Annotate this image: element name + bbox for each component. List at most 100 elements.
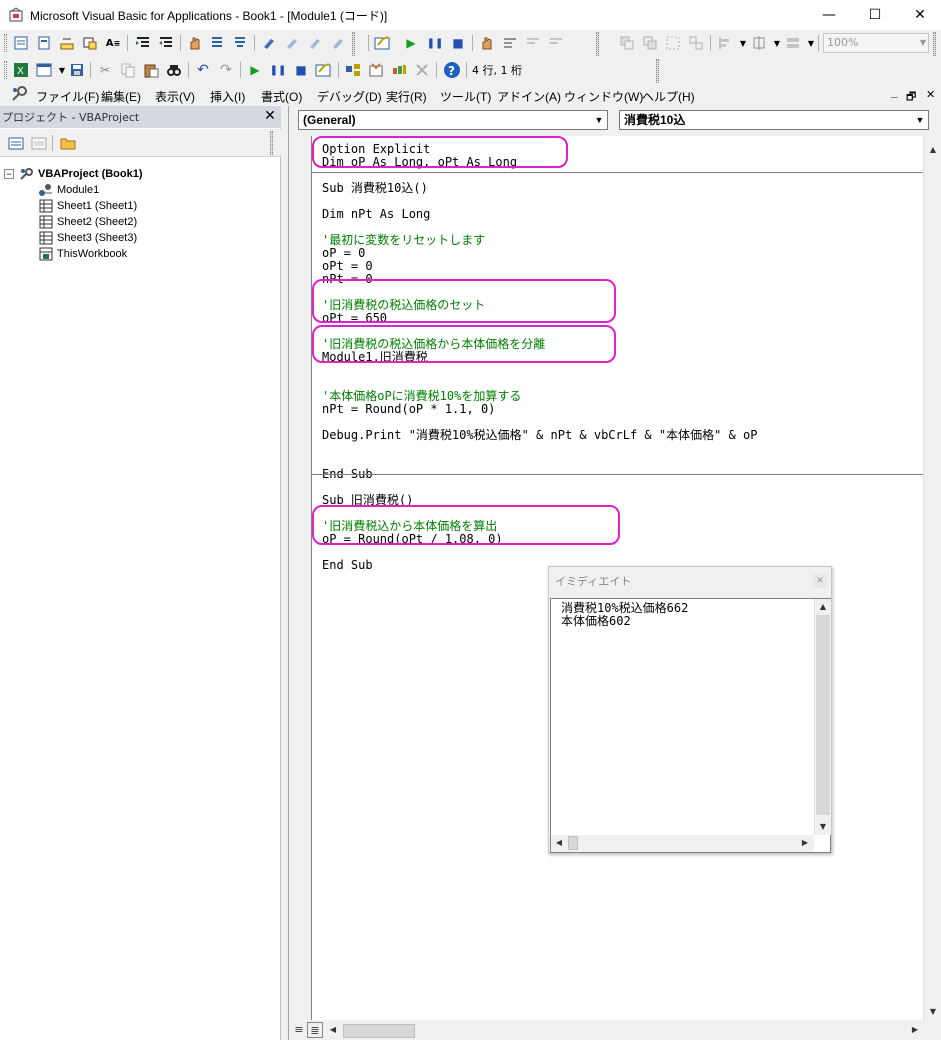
find-icon[interactable] bbox=[165, 61, 183, 79]
step-into-icon[interactable] bbox=[501, 34, 519, 52]
code-margin[interactable] bbox=[289, 136, 311, 1022]
send-to-back-icon[interactable] bbox=[641, 34, 659, 52]
scroll-thumb[interactable] bbox=[568, 836, 578, 850]
comment-block-icon[interactable] bbox=[208, 34, 226, 52]
menu-debug[interactable]: デバッグ(D) bbox=[317, 88, 382, 105]
break-icon[interactable]: ❚❚ bbox=[426, 34, 444, 52]
menu-edit[interactable]: 編集(E) bbox=[101, 88, 141, 105]
toolbar-options[interactable] bbox=[352, 32, 355, 56]
align-icon[interactable] bbox=[716, 34, 734, 52]
make-same-size-icon[interactable] bbox=[784, 34, 802, 52]
outdent-icon[interactable] bbox=[157, 34, 175, 52]
zoom-combo[interactable]: 100% ▼ bbox=[823, 33, 929, 53]
toggle-bookmark-icon[interactable] bbox=[260, 34, 278, 52]
menu-run[interactable]: 実行(R) bbox=[386, 88, 427, 105]
object-browser-icon[interactable] bbox=[390, 61, 408, 79]
view-code-icon[interactable] bbox=[7, 134, 25, 152]
reset-icon[interactable]: ■ bbox=[292, 61, 310, 79]
uncomment-block-icon[interactable] bbox=[231, 34, 249, 52]
reset-icon[interactable]: ■ bbox=[449, 34, 467, 52]
scroll-right-icon[interactable]: ▶ bbox=[797, 835, 813, 851]
toolbar-options[interactable] bbox=[656, 59, 659, 83]
code-vertical-scrollbar[interactable]: ▲ ▼ bbox=[923, 136, 941, 1022]
help-icon[interactable]: ? bbox=[443, 61, 461, 79]
step-out-icon[interactable] bbox=[547, 34, 565, 52]
undo-icon[interactable]: ↶ bbox=[194, 61, 212, 79]
toolbar-options[interactable] bbox=[596, 32, 599, 56]
mdi-restore-button[interactable]: 🗗 bbox=[906, 88, 916, 107]
tree-item-sheet1[interactable]: Sheet1 (Sheet1) bbox=[38, 198, 137, 214]
paste-icon[interactable] bbox=[142, 61, 160, 79]
design-mode-icon[interactable] bbox=[315, 61, 333, 79]
immediate-close-button[interactable]: ✕ bbox=[813, 574, 827, 588]
complete-word-icon[interactable]: A ≡ bbox=[104, 34, 122, 52]
view-object-icon[interactable] bbox=[30, 134, 48, 152]
menu-view[interactable]: 表示(V) bbox=[155, 88, 195, 105]
scroll-left-icon[interactable]: ◀ bbox=[551, 835, 567, 851]
scroll-left-icon[interactable]: ◀ bbox=[325, 1022, 341, 1038]
project-explorer-close-button[interactable]: ✕ bbox=[262, 108, 278, 124]
next-bookmark-icon[interactable] bbox=[283, 34, 301, 52]
procedure-view-icon[interactable]: ≡ bbox=[291, 1022, 307, 1038]
scroll-up-icon[interactable]: ▲ bbox=[925, 142, 941, 158]
properties-window-icon[interactable] bbox=[367, 61, 385, 79]
code-horizontal-scrollbar[interactable]: ≡ ≣ ◀ ▶ bbox=[289, 1020, 941, 1040]
scroll-thumb[interactable] bbox=[816, 615, 830, 815]
run-sub-icon[interactable]: ▶ bbox=[246, 61, 264, 79]
tree-item-sheet3[interactable]: Sheet3 (Sheet3) bbox=[38, 230, 137, 246]
parameter-info-icon[interactable] bbox=[81, 34, 99, 52]
immediate-horizontal-scrollbar[interactable]: ◀ ▶ bbox=[551, 835, 814, 852]
break-icon[interactable]: ❚❚ bbox=[269, 61, 287, 79]
toolbar-grip[interactable] bbox=[4, 61, 7, 79]
object-combo[interactable]: (General) ▼ bbox=[298, 110, 608, 130]
immediate-output[interactable]: 消費税10%税込価格662 本体価格602 ▲ ▼ ◀ ▶ bbox=[550, 598, 831, 853]
group-icon[interactable] bbox=[664, 34, 682, 52]
quick-info-icon[interactable] bbox=[58, 34, 76, 52]
chevron-down-icon[interactable]: ▼ bbox=[591, 111, 607, 129]
insert-userform-icon[interactable] bbox=[35, 61, 53, 79]
center-icon[interactable] bbox=[750, 34, 768, 52]
scroll-down-icon[interactable]: ▼ bbox=[815, 819, 831, 835]
toolbar-options[interactable] bbox=[933, 32, 936, 56]
step-over-icon[interactable] bbox=[524, 34, 542, 52]
zoom-dropdown-icon[interactable]: ▼ bbox=[920, 34, 926, 52]
toggle-breakpoint-icon[interactable] bbox=[478, 34, 496, 52]
toggle-breakpoint-icon[interactable] bbox=[186, 34, 204, 52]
indent-icon[interactable] bbox=[134, 34, 152, 52]
vba-menu-icon[interactable] bbox=[10, 85, 28, 103]
menu-format[interactable]: 書式(O) bbox=[261, 88, 302, 105]
save-icon[interactable] bbox=[68, 61, 86, 79]
mdi-close-button[interactable]: ✕ bbox=[926, 88, 935, 101]
menu-tools[interactable]: ツール(T) bbox=[440, 88, 491, 105]
run-icon[interactable]: ▶ bbox=[402, 34, 420, 52]
chevron-down-icon[interactable]: ▼ bbox=[912, 111, 928, 129]
immediate-vertical-scrollbar[interactable]: ▲ ▼ bbox=[814, 599, 831, 835]
collapse-icon[interactable]: − bbox=[4, 169, 14, 179]
design-mode-icon[interactable] bbox=[374, 34, 392, 52]
tree-item-sheet2[interactable]: Sheet2 (Sheet2) bbox=[38, 214, 137, 230]
menu-help[interactable]: ヘルプ(H) bbox=[642, 88, 695, 105]
toolbar-grip[interactable] bbox=[4, 34, 7, 52]
menu-window[interactable]: ウィンドウ(W) bbox=[564, 88, 643, 105]
scroll-thumb[interactable] bbox=[343, 1024, 415, 1038]
tree-item-vbaproject[interactable]: − VBAProject (Book1) bbox=[4, 166, 143, 182]
toggle-folders-icon[interactable] bbox=[59, 134, 77, 152]
procedure-combo[interactable]: 消費税10込 ▼ bbox=[619, 110, 929, 130]
menu-insert[interactable]: 挿入(I) bbox=[210, 88, 245, 105]
scroll-right-icon[interactable]: ▶ bbox=[907, 1022, 923, 1038]
toolbar-options[interactable] bbox=[270, 131, 273, 155]
clear-bookmarks-icon[interactable] bbox=[329, 34, 347, 52]
project-explorer-icon[interactable] bbox=[344, 61, 362, 79]
scroll-up-icon[interactable]: ▲ bbox=[815, 599, 831, 615]
maximize-button[interactable]: ☐ bbox=[852, 0, 898, 30]
cut-icon[interactable]: ✂ bbox=[96, 61, 114, 79]
menu-addins[interactable]: アドイン(A) bbox=[497, 88, 561, 105]
toolbox-icon[interactable] bbox=[413, 61, 431, 79]
tree-item-module1[interactable]: Module1 bbox=[38, 182, 99, 198]
ungroup-icon[interactable] bbox=[687, 34, 705, 52]
minimize-button[interactable]: — bbox=[806, 0, 852, 30]
list-properties-icon[interactable] bbox=[12, 34, 30, 52]
bring-to-front-icon[interactable] bbox=[618, 34, 636, 52]
close-button[interactable]: ✕ bbox=[897, 0, 941, 30]
menu-file[interactable]: ファイル(F) bbox=[36, 88, 99, 105]
